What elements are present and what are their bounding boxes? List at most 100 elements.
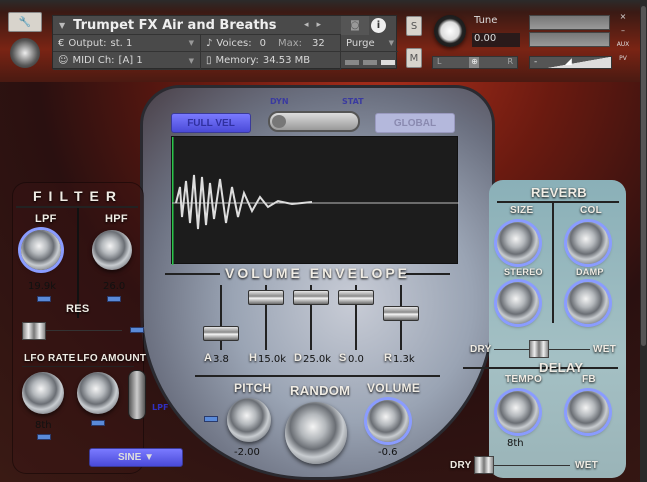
stereo-label: STEREO (504, 267, 543, 277)
random-label: RANDOM (290, 383, 351, 398)
minimize-button[interactable]: – (616, 24, 630, 38)
reverb-wet-label: WET (593, 344, 617, 355)
lpf-knob[interactable] (21, 230, 61, 270)
purge-menu[interactable]: Purge ▼ (341, 35, 398, 52)
info-icon[interactable]: i (371, 18, 386, 33)
hpf-label: HPF (105, 213, 128, 225)
wrench-icon[interactable]: 🔧 (8, 12, 42, 32)
waveform (170, 137, 459, 265)
delay-title: DELAY (539, 360, 584, 375)
purge-indicators (345, 60, 395, 65)
lpf-value: 19.9k (28, 281, 57, 292)
tempo-knob[interactable] (497, 391, 539, 433)
output-selector[interactable]: € Output: st. 1 ▼ (53, 35, 201, 52)
divider (22, 366, 134, 367)
max-voices[interactable]: 32 (312, 38, 325, 49)
envelope-a-slider[interactable] (203, 325, 239, 341)
res-slider[interactable] (22, 322, 46, 340)
tune-label: Tune (474, 15, 498, 26)
lfo-amount-mod-indicator[interactable] (91, 420, 105, 426)
damp-label: DAMP (576, 267, 604, 277)
lfo-target-switch[interactable] (128, 370, 146, 420)
tune-value[interactable]: 0.00 (472, 33, 520, 47)
envelope-stage-value: 25.0k (303, 354, 332, 365)
res-mod-indicator[interactable] (130, 327, 144, 333)
level-meter-right (529, 32, 610, 47)
damp-knob[interactable] (567, 282, 609, 324)
fb-label: FB (582, 374, 596, 385)
lfo-rate-knob[interactable] (22, 372, 64, 414)
envelope-stage-value: 3.8 (213, 354, 229, 365)
dropdown-arrow-icon[interactable]: ▼ (59, 21, 65, 30)
envelope-title: VOLUME ENVELOPE (225, 265, 411, 281)
envelope-stage-value: 15.0k (258, 354, 287, 365)
instrument-title: Trumpet FX Air and Breaths (73, 17, 277, 33)
delay-mix-slider[interactable] (474, 456, 494, 474)
hpf-mod-indicator[interactable] (107, 296, 121, 302)
camera-icon[interactable]: ◙ (341, 16, 369, 35)
divider (77, 208, 79, 318)
divider (552, 203, 554, 323)
lpf-label: LPF (35, 213, 57, 225)
pitch-mod-indicator[interactable] (204, 416, 218, 422)
res-slider-track (40, 330, 122, 331)
envelope-stage-value: 1.3k (393, 354, 415, 365)
solo-button[interactable]: S (406, 16, 422, 36)
volume-slider[interactable]: - ◢ + (529, 56, 612, 69)
stereo-knob[interactable] (497, 282, 539, 324)
envelope-h-slider[interactable] (248, 290, 284, 305)
aux-button[interactable]: AUX (616, 38, 630, 52)
volume-knob[interactable] (367, 400, 409, 442)
envelope-r-slider[interactable] (383, 306, 419, 322)
random-button[interactable] (285, 402, 347, 464)
envelope-d-slider[interactable] (293, 290, 329, 305)
volume-value: -0.6 (378, 447, 398, 458)
lfo-target-label: LPF (152, 403, 169, 412)
lfo-amount-knob[interactable] (77, 372, 119, 414)
lpf-mod-indicator[interactable] (37, 296, 51, 302)
col-knob[interactable] (567, 222, 609, 264)
envelope-s-slider[interactable] (338, 290, 374, 305)
col-label: COL (580, 205, 603, 216)
volume-label: VOLUME (367, 381, 421, 395)
reverb-title: REVERB (531, 185, 587, 200)
hpf-value: 26.0 (103, 281, 126, 292)
lfo-shape-dropdown[interactable]: SINE ▼ (89, 448, 183, 467)
lfo-amount-label: LFO AMOUNT (77, 353, 147, 364)
envelope-stage-label: A (204, 352, 213, 364)
global-button[interactable]: GLOBAL (375, 113, 455, 133)
dyn-label: DYN (270, 97, 289, 106)
pitch-value: -2.00 (234, 447, 260, 458)
mute-button[interactable]: M (406, 48, 422, 68)
size-label: SIZE (510, 205, 534, 216)
prev-next-instrument[interactable]: ◂▸ (304, 20, 329, 30)
full-vel-button[interactable]: FULL VEL (171, 113, 251, 133)
size-knob[interactable] (497, 222, 539, 264)
divider (165, 273, 220, 275)
divider (405, 273, 450, 275)
delay-wet-label: WET (575, 460, 599, 471)
pitch-knob[interactable] (227, 398, 271, 442)
hpf-knob[interactable] (92, 230, 132, 270)
dyn-stat-toggle[interactable] (268, 111, 360, 132)
reverb-dry-label: DRY (470, 344, 492, 355)
scrollbar[interactable] (640, 0, 647, 482)
pan-slider[interactable]: L ⊕ R (432, 56, 518, 69)
delay-dry-label: DRY (450, 460, 472, 471)
midi-channel-selector[interactable]: ☺ MIDI Ch: [A] 1 ▼ (53, 52, 201, 70)
delay-mix-track (490, 465, 570, 466)
tune-knob[interactable] (434, 15, 466, 47)
close-button[interactable]: × (616, 10, 630, 24)
divider (497, 201, 619, 203)
pv-button[interactable]: PV (616, 52, 630, 66)
stat-label: STAT (342, 97, 364, 106)
fb-knob[interactable] (567, 391, 609, 433)
envelope-stage-value: 0.0 (348, 354, 364, 365)
reverb-mix-slider[interactable] (529, 340, 549, 358)
lfo-rate-mod-indicator[interactable] (37, 434, 51, 440)
instrument-header: 🔧 ▼ Trumpet FX Air and Breaths ◂▸ ◙ i € O… (0, 0, 640, 82)
voices-readout: ♪ Voices: 0 Max: 32 (201, 35, 341, 52)
filter-title: FILTER (33, 188, 123, 204)
envelope-stage-label: R (384, 352, 393, 364)
waveform-display[interactable] (170, 136, 459, 265)
